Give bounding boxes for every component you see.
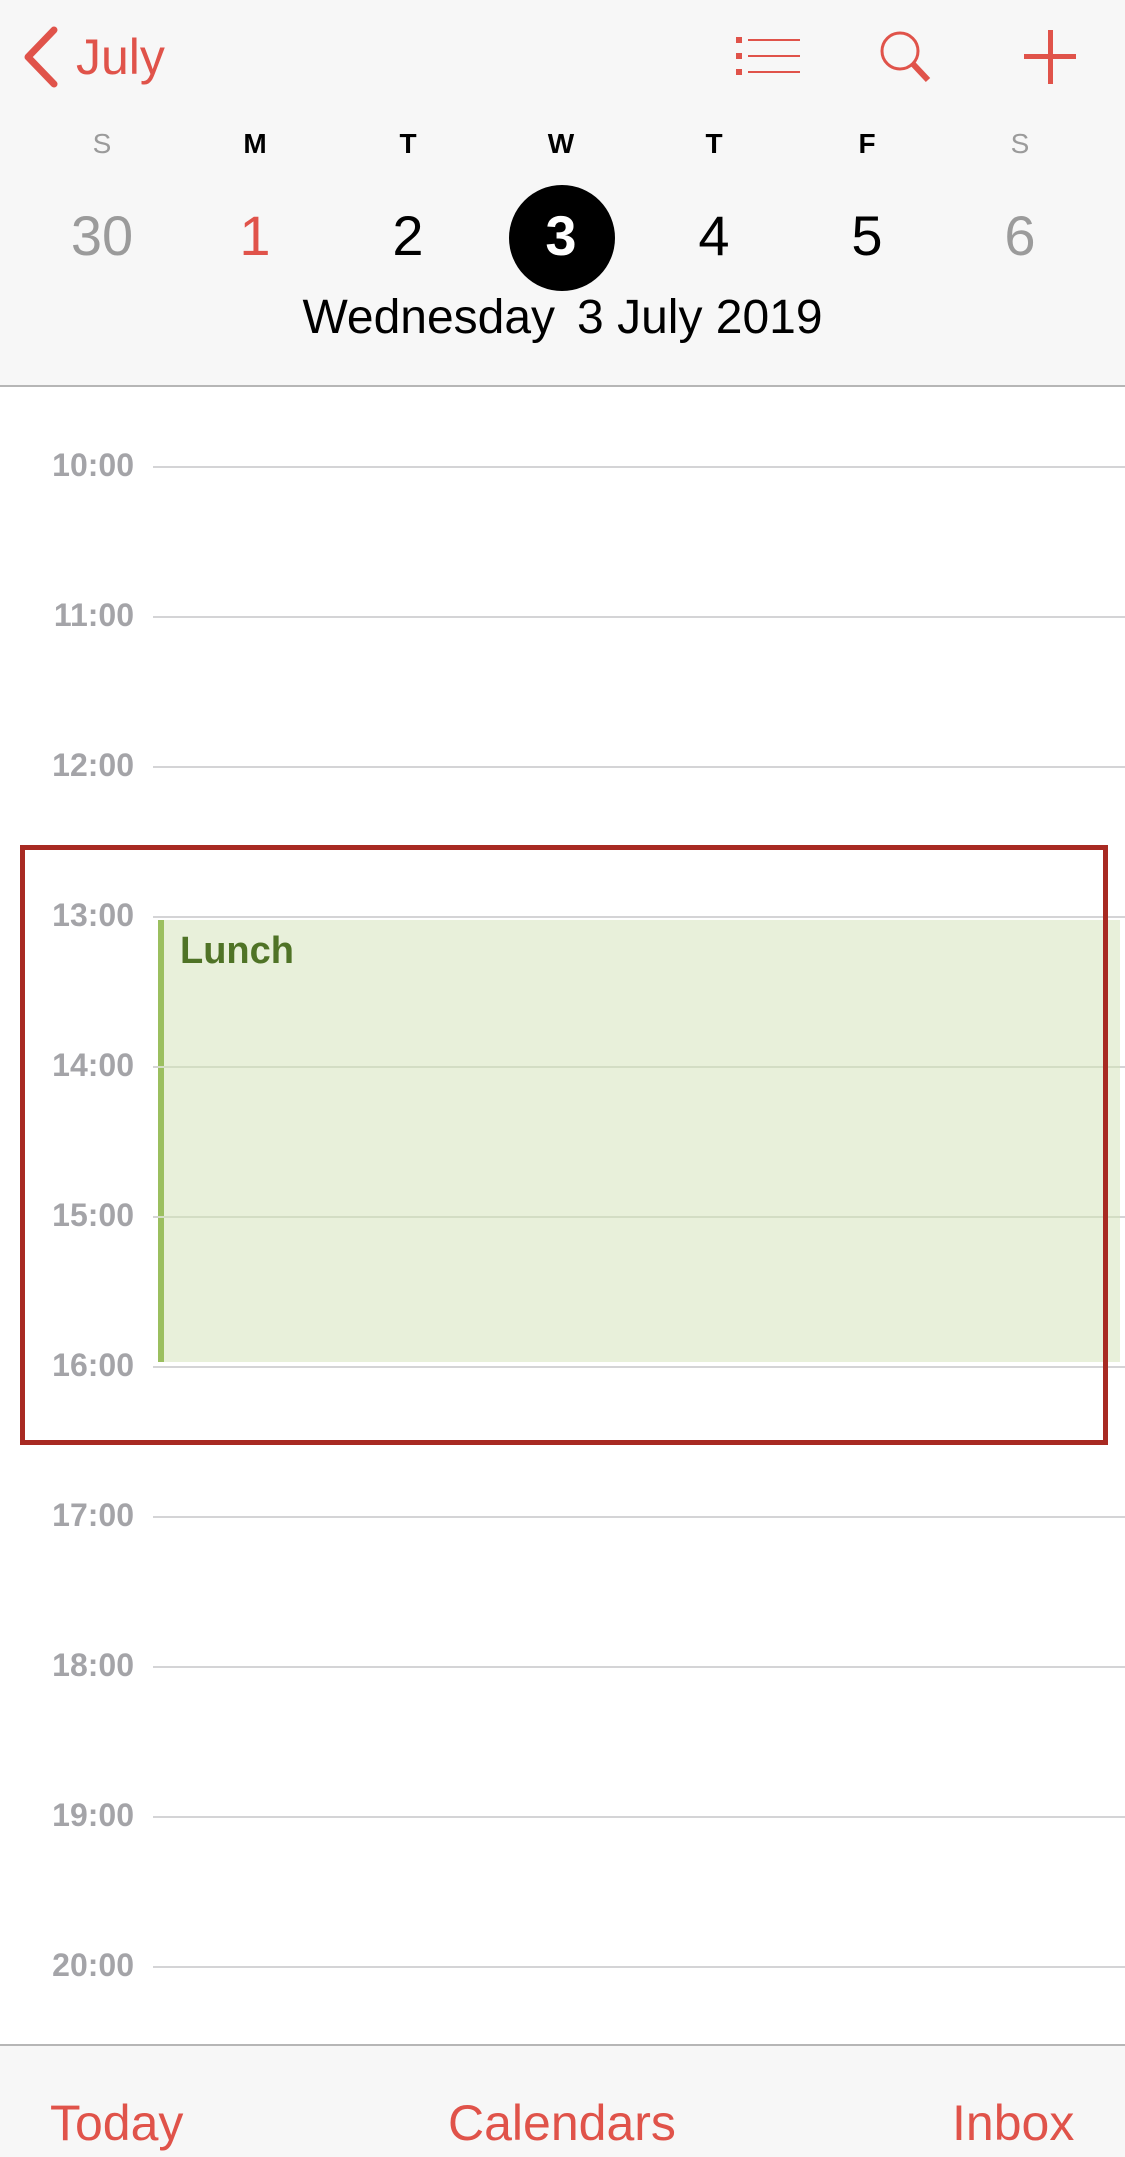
search-icon [880, 31, 931, 83]
calendar-header: July S M T W T F S 30 1 2 3 4 5 6 Wednes… [0, 0, 1125, 387]
bottom-toolbar: Today Calendars Inbox [0, 2044, 1125, 2157]
weekday-label: F [858, 128, 876, 159]
selected-date-text: 3 July 2019 [577, 291, 823, 344]
week-strip: 30 1 2 3 4 5 6 [0, 183, 1125, 293]
day-cell-6[interactable]: 6 [950, 201, 1090, 271]
list-view-button[interactable] [728, 22, 808, 92]
weekday-label: W [547, 128, 575, 159]
weekday-header-row: S M T W T F S [0, 128, 1125, 168]
hour-label: 18:00 [52, 1647, 134, 1683]
selected-date-title: Wednesday 3 July 2019 [0, 290, 1125, 345]
weekday-label: M [243, 128, 267, 159]
calendars-button[interactable]: Calendars [448, 2094, 676, 2152]
selected-day-name: Wednesday [302, 291, 556, 344]
event-block[interactable]: Lunch [158, 920, 1120, 1362]
day-cell-1[interactable]: 1 [185, 201, 325, 271]
search-button[interactable] [866, 22, 946, 92]
day-cell-3[interactable]: 3 [491, 201, 631, 271]
hour-gridline [153, 916, 1125, 918]
hour-label: 19:00 [52, 1797, 134, 1833]
weekday-label: S [92, 128, 112, 159]
hour-gridline [153, 1516, 1125, 1518]
add-event-button[interactable] [1010, 22, 1090, 92]
back-to-month-button[interactable]: July [22, 22, 165, 92]
plus-icon [1024, 30, 1076, 84]
hour-label: 12:00 [52, 747, 134, 783]
hour-gridline [153, 1666, 1125, 1668]
hour-label: 14:00 [52, 1047, 134, 1083]
hour-label: 15:00 [52, 1197, 134, 1233]
weekday-label: T [705, 128, 723, 159]
day-timeline[interactable]: 10:00 11:00 12:00 13:00 14:00 15:00 16:00 17:00… [0, 387, 1125, 2044]
hour-gridline [153, 1366, 1125, 1368]
weekday-label: T [399, 128, 417, 159]
weekday-label: S [1010, 128, 1030, 159]
day-cell-4[interactable]: 4 [644, 201, 784, 271]
hour-gridline [153, 1816, 1125, 1818]
hour-gridline [158, 1216, 1120, 1218]
hour-label: 11:00 [53, 597, 134, 633]
hour-gridline [153, 616, 1125, 618]
hour-label: 10:00 [52, 447, 134, 483]
hour-gridline [158, 1066, 1120, 1068]
hour-gridline [153, 766, 1125, 768]
inbox-button[interactable]: Inbox [952, 2094, 1074, 2152]
chevron-left-icon [24, 26, 58, 88]
event-title: Lunch [180, 930, 294, 972]
hour-gridline [153, 466, 1125, 468]
back-label: July [76, 29, 165, 85]
day-cell-5[interactable]: 5 [797, 201, 937, 271]
today-button[interactable]: Today [50, 2094, 183, 2152]
day-cell-2[interactable]: 2 [338, 201, 478, 271]
hour-label: 17:00 [52, 1497, 134, 1533]
hour-label: 13:00 [52, 897, 134, 933]
hour-label: 20:00 [52, 1947, 134, 1983]
hour-gridline [153, 1966, 1125, 1968]
day-cell-30[interactable]: 30 [32, 201, 172, 271]
list-icon [736, 37, 800, 75]
hour-label: 16:00 [52, 1347, 134, 1383]
